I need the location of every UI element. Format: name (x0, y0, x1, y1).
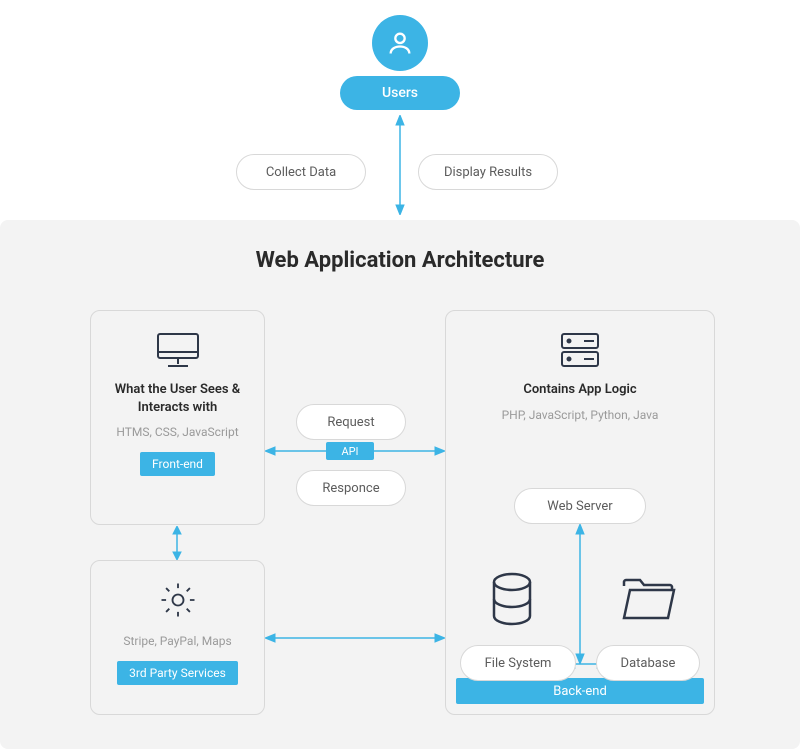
display-results-pill: Display Results (418, 154, 558, 190)
backend-tag: Back-end (456, 678, 704, 704)
gear-icon (150, 577, 206, 623)
collect-data-pill: Collect Data (236, 154, 366, 190)
frontend-card: What the User Sees & Interacts with HTMS… (90, 310, 265, 525)
filesystem-pill: File System (460, 645, 576, 681)
folder-icon (620, 574, 676, 626)
arrow-webserver-storage (575, 524, 585, 664)
api-tag: API (326, 442, 374, 460)
frontend-tag: Front-end (140, 452, 215, 476)
backend-title: Contains App Logic (513, 381, 646, 399)
webserver-pill: Web Server (514, 488, 646, 524)
backend-sub: PHP, JavaScript, Python, Java (492, 407, 669, 423)
database-pill: Database (596, 645, 700, 681)
frontend-sub: HTMS, CSS, JavaScript (106, 424, 248, 440)
frontend-title: What the User Sees & Interacts with (91, 381, 264, 416)
arrow-thirdparty-backend (265, 633, 445, 643)
arrow-frontend-thirdparty (172, 526, 182, 560)
main-panel: Web Application Architecture What the Us… (0, 220, 800, 749)
users-label: Users (340, 76, 460, 110)
database-icon (488, 572, 536, 628)
thirdparty-sub: Stripe, PayPal, Maps (113, 633, 241, 649)
thirdparty-tag: 3rd Party Services (117, 661, 238, 685)
arrow-users-main (395, 115, 405, 215)
server-icon (552, 327, 608, 373)
user-icon (372, 15, 428, 71)
response-pill: Responce (296, 470, 406, 506)
request-pill: Request (296, 404, 406, 440)
thirdparty-card: Stripe, PayPal, Maps 3rd Party Services (90, 560, 265, 715)
main-title: Web Application Architecture (0, 248, 800, 273)
monitor-icon (150, 327, 206, 373)
